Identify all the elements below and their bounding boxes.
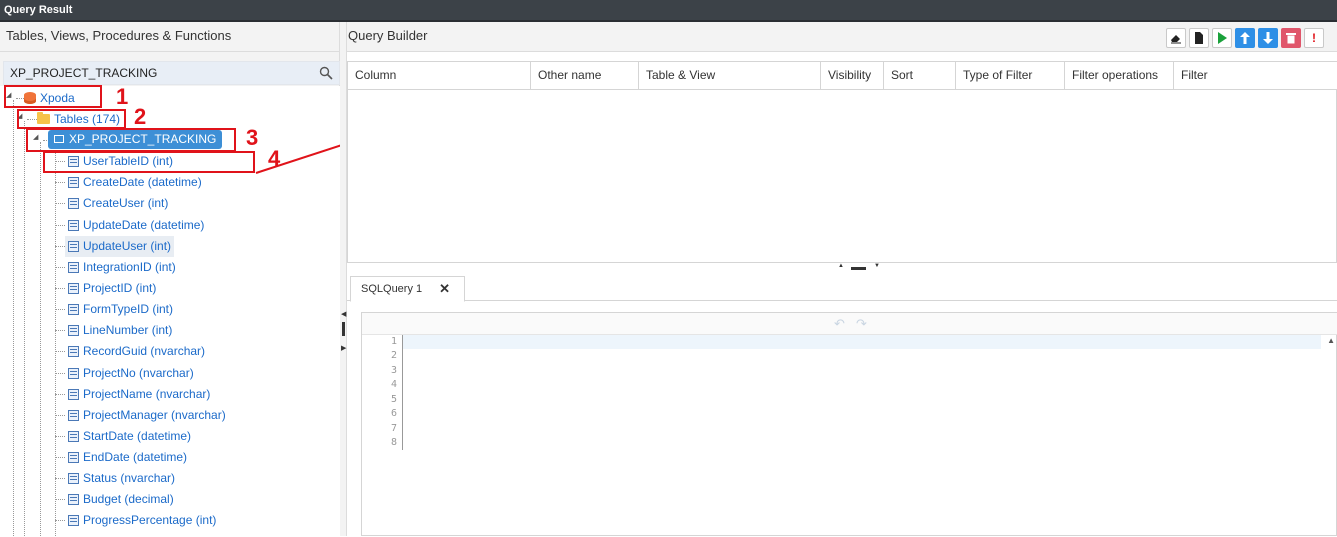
- line-number: 6: [390, 408, 397, 419]
- grid-header-sort[interactable]: Sort: [884, 62, 956, 89]
- tab-sqlquery-1[interactable]: SQLQuery 1 ✕: [350, 276, 465, 302]
- column-icon: [68, 304, 79, 315]
- column-icon: [68, 494, 79, 505]
- annotation-number-1: 1: [116, 84, 129, 109]
- warning-icon[interactable]: !: [1304, 28, 1324, 48]
- sql-editor[interactable]: ↶ ↷ 1 2 3 4 5 6 7 8 ▲: [361, 312, 1337, 536]
- column-icon: [68, 410, 79, 421]
- splitter-grip-horizontal[interactable]: [851, 267, 866, 270]
- text-cursor: [402, 335, 403, 450]
- query-builder-title: Query Builder: [348, 28, 428, 43]
- grid-header-column[interactable]: Column: [348, 62, 531, 89]
- column-icon: [68, 325, 79, 336]
- query-builder-panel: Query Builder ! Column Other name Table …: [347, 22, 1337, 536]
- column-icon: [68, 452, 79, 463]
- annotation-number-2: 2: [134, 104, 147, 129]
- grid-header-table-view[interactable]: Table & View: [639, 62, 821, 89]
- column-icon: [68, 368, 79, 379]
- delete-icon[interactable]: [1281, 28, 1301, 48]
- grid-header-filter[interactable]: Filter: [1174, 62, 1336, 89]
- object-explorer-header: Tables, Views, Procedures & Functions: [0, 22, 339, 52]
- line-number: 7: [390, 423, 397, 434]
- column-icon: [68, 473, 79, 484]
- column-icon: [68, 431, 79, 442]
- column-icon: [68, 515, 79, 526]
- expand-down-arrow-icon[interactable]: ▼: [874, 263, 880, 269]
- active-line-highlight: [403, 335, 1321, 349]
- search-box: [3, 61, 340, 85]
- line-number: 1: [390, 336, 397, 347]
- column-icon: [68, 220, 79, 231]
- column-icon: [68, 346, 79, 357]
- splitter-grip[interactable]: [342, 322, 345, 336]
- query-builder-header: Query Builder !: [347, 22, 1337, 52]
- redo-icon[interactable]: ↷: [856, 316, 867, 332]
- move-up-icon[interactable]: [1235, 28, 1255, 48]
- close-icon[interactable]: ✕: [439, 277, 450, 301]
- line-number-gutter: 1 2 3 4 5 6 7 8: [362, 335, 402, 537]
- annotation-box-2: [17, 109, 126, 129]
- new-document-icon[interactable]: [1189, 28, 1209, 48]
- line-number: 4: [390, 379, 397, 390]
- move-down-icon[interactable]: [1258, 28, 1278, 48]
- window-title: Query Result: [0, 0, 1337, 22]
- undo-icon[interactable]: ↶: [834, 316, 845, 332]
- query-builder-grid[interactable]: Column Other name Table & View Visibilit…: [347, 61, 1337, 263]
- column-icon: [68, 283, 79, 294]
- annotation-box-4: [43, 151, 255, 173]
- grid-header-visibility[interactable]: Visibility: [821, 62, 884, 89]
- tab-label: SQLQuery 1: [361, 283, 423, 295]
- annotation-number-4: 4: [268, 146, 281, 171]
- line-number: 2: [390, 350, 397, 361]
- line-number: 3: [390, 365, 397, 376]
- scroll-up-arrow-icon[interactable]: ▲: [1327, 336, 1335, 345]
- grid-header-row: Column Other name Table & View Visibilit…: [348, 62, 1337, 90]
- column-icon: [68, 198, 79, 209]
- editor-toolbar: ↶ ↷: [362, 313, 1337, 335]
- horizontal-splitter[interactable]: ▲ ▼: [347, 263, 1337, 275]
- collapse-left-arrow-icon[interactable]: ◀: [341, 310, 346, 318]
- column-icon: [68, 389, 79, 400]
- column-icon: [68, 262, 79, 273]
- vertical-splitter[interactable]: ◀ ▶: [340, 22, 347, 536]
- line-number: 5: [390, 394, 397, 405]
- collapse-up-arrow-icon[interactable]: ▲: [838, 263, 844, 269]
- annotation-box-1: [4, 85, 102, 108]
- annotation-number-3: 3: [246, 125, 259, 150]
- grid-header-type-of-filter[interactable]: Type of Filter: [956, 62, 1065, 89]
- annotation-box-3: [26, 128, 236, 152]
- grid-header-other-name[interactable]: Other name: [531, 62, 639, 89]
- grid-header-filter-operations[interactable]: Filter operations: [1065, 62, 1174, 89]
- column-icon: [68, 177, 79, 188]
- line-number: 8: [390, 437, 397, 448]
- eraser-icon[interactable]: [1166, 28, 1186, 48]
- search-input[interactable]: [4, 62, 304, 84]
- sql-tab-strip: SQLQuery 1 ✕: [347, 275, 1337, 302]
- expand-right-arrow-icon[interactable]: ▶: [341, 344, 346, 352]
- column-icon: [68, 241, 79, 252]
- search-icon[interactable]: [319, 66, 333, 80]
- query-builder-toolbar: !: [1166, 28, 1334, 48]
- run-icon[interactable]: [1212, 28, 1232, 48]
